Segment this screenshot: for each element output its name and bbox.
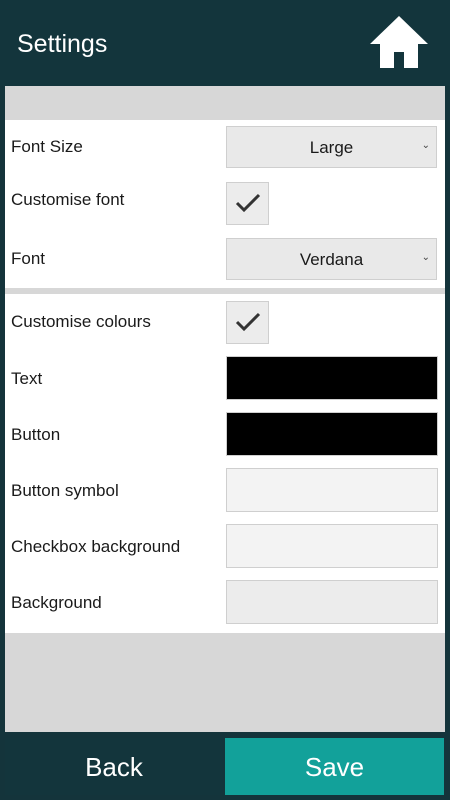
- page-title: Settings: [17, 30, 108, 58]
- colour-settings-section: Customise colours Text Button Button sym…: [5, 294, 445, 633]
- font-label: Font: [11, 249, 46, 268]
- checkmark-icon: [235, 193, 261, 213]
- button-colour-swatch[interactable]: [226, 412, 438, 456]
- checkbox-background-colour-label: Checkbox background: [11, 537, 181, 556]
- text-colour-row: Text: [5, 356, 445, 412]
- save-button-label: Save: [304, 752, 365, 782]
- save-button[interactable]: Save: [225, 738, 444, 795]
- font-size-row: Font Size Large ⌄: [5, 120, 445, 176]
- customise-font-row: Customise font: [5, 179, 445, 235]
- chevron-down-icon: ⌄: [421, 252, 430, 263]
- button-symbol-colour-swatch[interactable]: [226, 468, 438, 512]
- button-colour-row: Button: [5, 412, 445, 468]
- text-colour-label: Text: [11, 369, 43, 388]
- font-size-select[interactable]: Large ⌄: [226, 126, 437, 168]
- back-button[interactable]: Back: [5, 738, 223, 795]
- header-bar: Settings: [0, 0, 450, 86]
- background-colour-swatch[interactable]: [226, 580, 438, 624]
- customise-font-checkbox[interactable]: [226, 182, 269, 225]
- background-colour-row: Background: [5, 580, 445, 636]
- home-button[interactable]: [368, 14, 430, 70]
- customise-font-label: Customise font: [11, 190, 125, 209]
- background-colour-label: Background: [11, 593, 102, 612]
- font-size-value: Large: [309, 138, 354, 157]
- text-colour-swatch[interactable]: [226, 356, 438, 400]
- home-icon: [370, 16, 428, 68]
- button-symbol-colour-row: Button symbol: [5, 468, 445, 524]
- font-select[interactable]: Verdana ⌄: [226, 238, 437, 280]
- settings-panel: Font Size Large ⌄ Customise font Font Ve…: [5, 86, 445, 732]
- font-size-label: Font Size: [11, 137, 83, 156]
- checkmark-icon: [235, 312, 261, 332]
- customise-colours-row: Customise colours: [5, 298, 445, 354]
- button-colour-label: Button: [11, 425, 61, 444]
- checkbox-background-colour-row: Checkbox background: [5, 524, 445, 580]
- customise-colours-checkbox[interactable]: [226, 301, 269, 344]
- font-settings-section: Font Size Large ⌄ Customise font Font Ve…: [5, 120, 445, 288]
- checkbox-background-colour-swatch[interactable]: [226, 524, 438, 568]
- customise-colours-label: Customise colours: [11, 312, 151, 331]
- chevron-down-icon: ⌄: [421, 140, 430, 151]
- font-value: Verdana: [299, 250, 364, 269]
- back-button-label: Back: [85, 752, 143, 782]
- font-row: Font Verdana ⌄: [5, 232, 445, 288]
- button-symbol-colour-label: Button symbol: [11, 481, 119, 500]
